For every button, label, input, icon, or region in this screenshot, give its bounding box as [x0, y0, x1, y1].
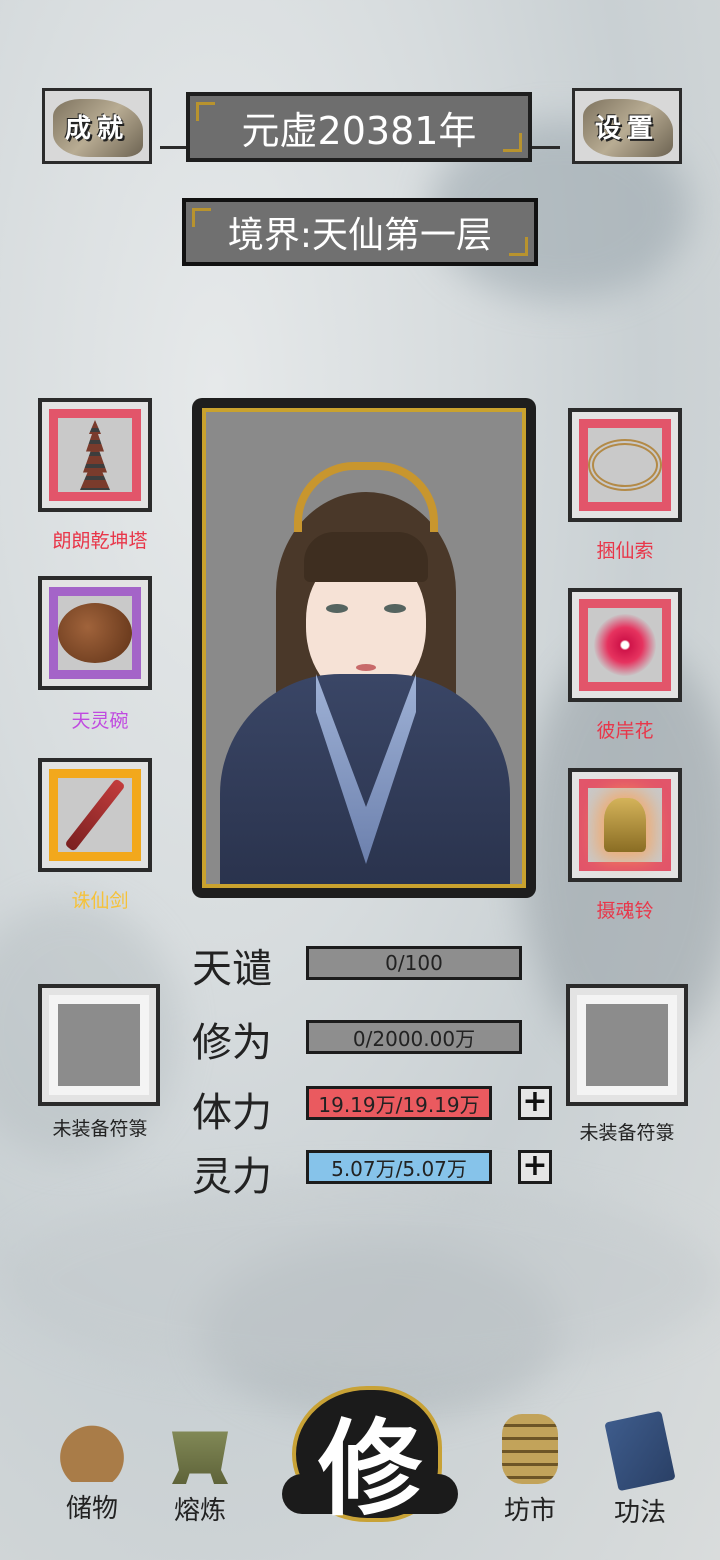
equipment-slot-rope[interactable]: [568, 408, 682, 522]
equipment-label: 彼岸花: [596, 720, 654, 742]
stat-label-stamina: 体力: [192, 1090, 272, 1136]
nav-techniques-label: 功法: [613, 1498, 666, 1528]
equipment-label: 摄魂铃: [596, 900, 654, 922]
tribulation-value: 0/100: [385, 951, 443, 975]
year-text: 元虚20381年: [241, 108, 477, 153]
stamina-bar: 19.19万/19.19万: [306, 1086, 492, 1120]
talisman-slot-label: 未装备符箓: [579, 1122, 675, 1144]
nav-storage[interactable]: 储物: [42, 1412, 142, 1525]
achievements-label: 成就: [64, 113, 129, 144]
cultivation-value: 0/2000.00万: [352, 1026, 476, 1051]
flower-icon: [594, 614, 656, 676]
year-banner: 元虚20381年: [186, 92, 532, 162]
stat-label-spirit: 灵力: [192, 1154, 272, 1200]
nav-market[interactable]: 坊市: [480, 1414, 580, 1527]
spirit-bar: 5.07万/5.07万: [306, 1150, 492, 1184]
pagoda-icon: [80, 420, 110, 490]
equipment-slot-bowl[interactable]: [38, 576, 152, 690]
spirit-value: 5.07万/5.07万: [331, 1156, 467, 1181]
stamina-value: 19.19万/19.19万: [318, 1092, 480, 1117]
equipment-label: 捆仙索: [596, 540, 654, 562]
bangs: [304, 532, 428, 582]
lips: [356, 664, 376, 671]
tribulation-bar: 0/100: [306, 946, 522, 980]
realm-text: 境界:天仙第一层: [227, 215, 493, 256]
achievements-button[interactable]: 成就: [42, 88, 152, 164]
add-stamina-button[interactable]: +: [518, 1086, 552, 1120]
cultivation-bar: 0/2000.00万: [306, 1020, 522, 1054]
bell-icon: [604, 798, 646, 852]
cauldron-icon: [172, 1431, 228, 1484]
settings-label: 设置: [594, 113, 659, 144]
equipment-label: 诛仙剑: [71, 890, 129, 912]
equipment-slot-flower[interactable]: [568, 588, 682, 702]
talisman-slot-right[interactable]: [566, 984, 688, 1106]
stat-label-cultivation: 修为: [192, 1020, 272, 1066]
coins-icon: [502, 1414, 558, 1484]
nav-storage-label: 储物: [65, 1494, 118, 1524]
talisman-slot-left[interactable]: [38, 984, 160, 1106]
nav-smelting[interactable]: 熔炼: [150, 1414, 250, 1527]
character-portrait: [202, 408, 526, 888]
settings-button[interactable]: 设置: [572, 88, 682, 164]
character-portrait-frame[interactable]: [192, 398, 536, 898]
sword-icon: [64, 778, 126, 852]
equipment-label: 朗朗乾坤塔: [52, 530, 148, 552]
equipment-slot-pagoda[interactable]: [38, 398, 152, 512]
ink-wash-decoration: [0, 1180, 720, 1380]
crown: [294, 462, 438, 532]
bowl-icon: [58, 603, 132, 663]
bag-icon: [57, 1412, 127, 1482]
add-spirit-button[interactable]: +: [518, 1150, 552, 1184]
stat-label-tribulation: 天谴: [192, 946, 272, 992]
realm-banner: 境界:天仙第一层: [182, 198, 538, 266]
rope-icon: [588, 439, 662, 491]
book-icon: [604, 1410, 676, 1492]
nav-market-label: 坊市: [503, 1496, 556, 1526]
eye: [384, 604, 406, 613]
equipment-slot-sword[interactable]: [38, 758, 152, 872]
equipment-label: 天灵碗: [71, 710, 129, 732]
talisman-slot-label: 未装备符箓: [52, 1118, 148, 1140]
nav-smelting-label: 熔炼: [173, 1496, 226, 1526]
eye: [326, 604, 348, 613]
cultivate-button[interactable]: 修: [282, 1378, 458, 1530]
cultivate-label: 修: [317, 1407, 422, 1530]
equipment-slot-bell[interactable]: [568, 768, 682, 882]
nav-techniques[interactable]: 功法: [590, 1410, 690, 1529]
